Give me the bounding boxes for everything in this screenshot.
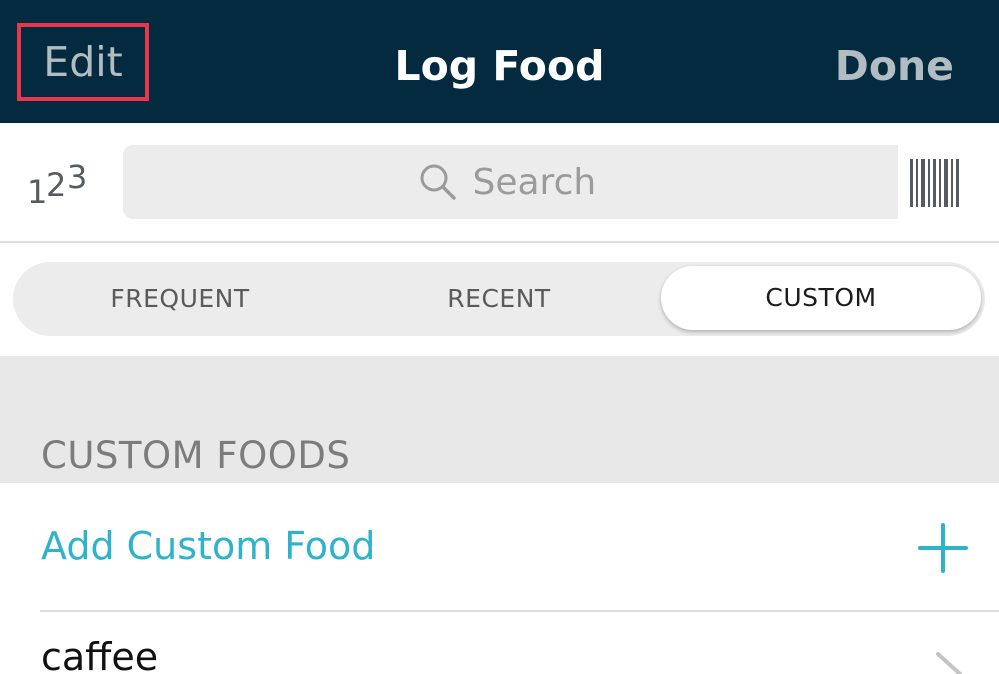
add-custom-food-label: Add Custom Food bbox=[41, 524, 376, 568]
search-input[interactable] bbox=[472, 161, 603, 203]
search-bar-row: 1 2 3 bbox=[0, 123, 999, 243]
tab-custom[interactable]: CUSTOM bbox=[661, 266, 981, 330]
section-header: CUSTOM FOODS bbox=[0, 356, 999, 483]
food-item-label: caffee bbox=[41, 635, 159, 674]
search-field[interactable] bbox=[123, 145, 898, 219]
quick-calories-123-icon[interactable]: 1 2 3 bbox=[27, 158, 97, 211]
svg-text:3: 3 bbox=[67, 161, 87, 196]
plus-icon bbox=[918, 523, 968, 573]
tab-recent[interactable]: RECENT bbox=[339, 262, 659, 336]
custom-food-list: Add Custom Food caffee bbox=[0, 483, 999, 674]
edit-button[interactable]: Edit bbox=[17, 23, 149, 101]
done-button[interactable]: Done bbox=[835, 40, 954, 92]
list-item[interactable]: caffee bbox=[0, 612, 999, 674]
section-title: CUSTOM FOODS bbox=[41, 434, 351, 477]
add-custom-food-row[interactable]: Add Custom Food bbox=[0, 483, 999, 611]
chevron-right-icon bbox=[936, 652, 962, 674]
magnifier-icon bbox=[420, 164, 456, 200]
log-food-screen: Edit Log Food Done 1 2 3 Search FREQUENT… bbox=[0, 0, 999, 674]
svg-text:1: 1 bbox=[27, 173, 47, 211]
tab-frequent[interactable]: FREQUENT bbox=[13, 262, 347, 336]
svg-text:2: 2 bbox=[46, 166, 66, 204]
food-list-segmented-control: FREQUENT RECENT CUSTOM bbox=[13, 262, 985, 336]
nav-bar: Edit Log Food Done bbox=[0, 0, 999, 123]
barcode-icon[interactable] bbox=[910, 159, 962, 207]
